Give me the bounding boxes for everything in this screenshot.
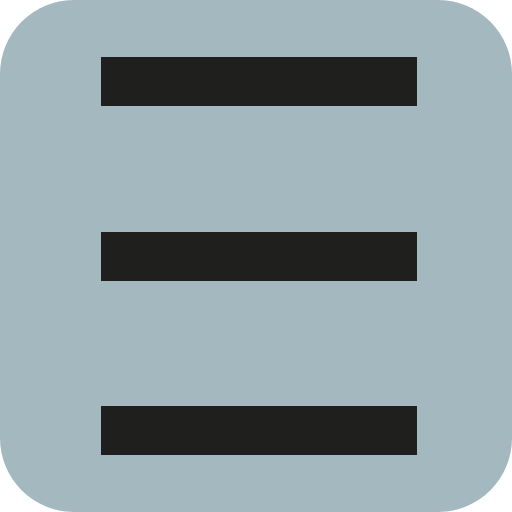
menu-bar-middle	[101, 232, 417, 281]
menu-bar-bottom	[101, 406, 417, 455]
menu-icon-button[interactable]	[0, 0, 512, 512]
menu-bar-top	[101, 57, 417, 106]
